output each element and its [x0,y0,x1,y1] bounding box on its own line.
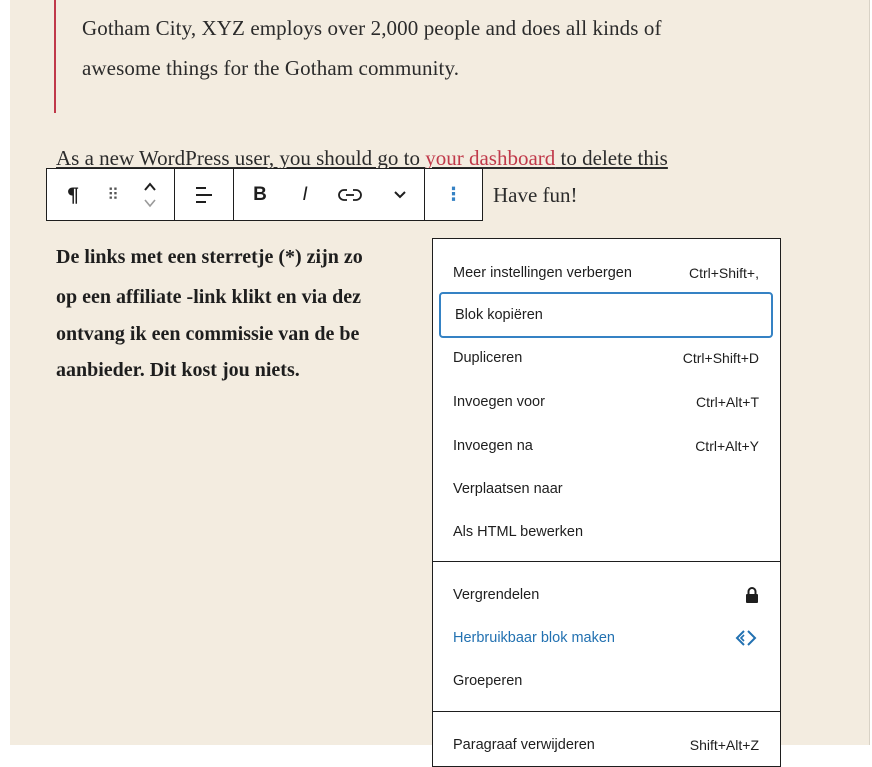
quote-text-line[interactable]: awesome things for the Gotham community. [82,56,459,81]
menu-item-label: Paragraaf verwijderen [453,737,595,753]
link-button[interactable] [324,169,376,220]
menu-item-label: Blok kopiëren [455,307,543,323]
block-toolbar: ¶ ⠿ B I ⋮ [46,168,483,221]
menu-item-lock[interactable]: Vergrendelen [439,575,773,615]
menu-item-insert-before[interactable]: Invoegen voor Ctrl+Alt+T [439,382,773,422]
menu-item-remove-paragraph[interactable]: Paragraaf verwijderen Shift+Alt+Z [439,725,773,765]
more-rich-text-button[interactable] [376,169,424,220]
quote-border [54,0,56,113]
menu-item-label: Verplaatsen naar [453,481,563,497]
menu-item-copy-block[interactable]: Blok kopiëren [439,292,773,338]
menu-item-label: Groeperen [453,673,523,689]
menu-item-move-to[interactable]: Verplaatsen naar [439,469,773,509]
menu-item-edit-as-html[interactable]: Als HTML bewerken [439,512,773,552]
options-group: ⋮ [425,169,482,220]
align-button[interactable] [175,169,233,220]
paragraph-block-icon[interactable]: ¶ [47,169,99,220]
menu-item-label: Invoegen na [453,438,533,454]
menu-item-shortcut: Ctrl+Alt+T [695,394,759,410]
italic-button[interactable]: I [286,169,324,220]
paragraph-text: As a new WordPress user, you should go t… [56,146,426,170]
reusable-block-icon [735,630,757,646]
link-icon [338,188,362,201]
menu-item-shortcut: Shift+Alt+Z [689,737,759,753]
menu-item-label: Als HTML bewerken [453,524,584,540]
block-tools-group: ¶ ⠿ [47,169,175,220]
menu-item-insert-after[interactable]: Invoegen na Ctrl+Alt+Y [439,426,773,466]
bold-paragraph-line[interactable]: aanbieder. Dit kost jou niets. [56,359,300,382]
menu-item-label: Dupliceren [453,350,523,366]
lock-icon [746,587,758,603]
paragraph-text[interactable]: Have fun! [493,183,578,208]
bold-paragraph-line[interactable]: op een affiliate -link klikt en via dez [56,286,361,309]
bold-button[interactable]: B [234,169,286,220]
menu-item-shortcut: Ctrl+Shift+D [682,350,759,366]
menu-separator [433,711,780,712]
chevron-up-down-icon [144,181,156,207]
align-left-icon [196,186,212,203]
bold-paragraph-line[interactable]: ontvang ik een commissie van de be [56,323,359,346]
menu-separator [433,561,780,562]
menu-item-create-reusable-block[interactable]: Herbruikbaar blok maken [439,618,773,658]
quote-text-line[interactable]: Gotham City, XYZ employs over 2,000 peop… [82,16,662,41]
dashboard-link[interactable]: your dashboard [425,146,555,170]
menu-item-group[interactable]: Groeperen [439,661,773,701]
format-group: B I [234,169,425,220]
chevron-down-icon [394,190,406,198]
menu-item-label: Meer instellingen verbergen [453,265,632,281]
block-options-menu: Meer instellingen verbergen Ctrl+Shift+,… [432,238,781,767]
bold-paragraph-line[interactable]: De links met een sterretje (*) zijn zo [56,246,363,269]
menu-item-duplicate[interactable]: Dupliceren Ctrl+Shift+D [439,338,773,378]
align-group [175,169,234,220]
menu-item-label: Invoegen voor [453,394,545,410]
menu-item-shortcut: Ctrl+Alt+Y [695,438,759,454]
menu-item-label: Herbruikbaar blok maken [453,630,615,646]
move-up-down-button[interactable] [127,169,173,220]
menu-item-shortcut: Ctrl+Shift+, [688,265,759,281]
menu-item-hide-more-settings[interactable]: Meer instellingen verbergen Ctrl+Shift+, [439,253,773,293]
drag-handle-icon[interactable]: ⠿ [99,169,127,220]
menu-item-label: Vergrendelen [453,587,540,603]
paragraph-text: to delete this [555,146,668,170]
options-button[interactable]: ⋮ [425,169,482,220]
